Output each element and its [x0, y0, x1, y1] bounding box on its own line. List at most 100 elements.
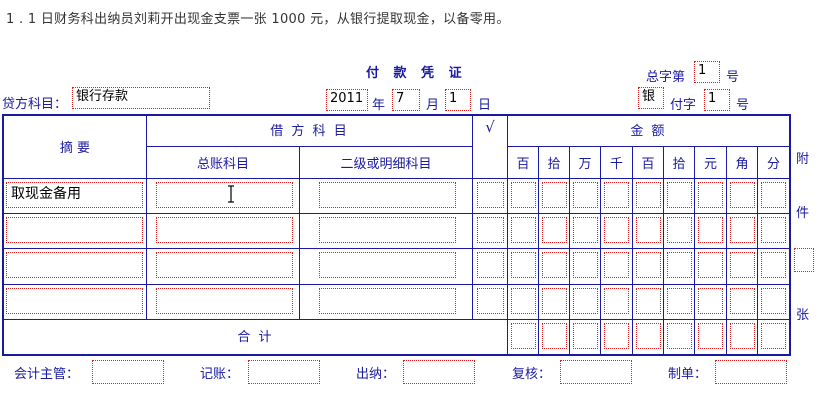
amount-digit-cell[interactable] [573, 217, 598, 243]
summary-header: 摘 要 [59, 141, 91, 156]
general-ledger-field-row-4[interactable] [156, 288, 293, 314]
text-cursor-icon [228, 185, 234, 203]
general-ledger-field-row-2[interactable] [156, 217, 293, 243]
task-instruction: 1 . 1 日财务科出纳员刘莉开出现金支票一张 1000 元，从银行提取现金，以… [6, 12, 510, 27]
credit-account-label: 贷方科目： [2, 97, 68, 112]
sub-account-field-row-2[interactable] [319, 217, 456, 243]
amount-digit-cell[interactable] [511, 182, 536, 208]
total-number-label: 总字第 [646, 70, 686, 85]
payment-number-suffix: 号 [736, 98, 750, 113]
general-ledger-field-row-1[interactable] [156, 182, 293, 208]
general-ledger-header: 总账科目 [196, 157, 249, 172]
digit-header-jiao: 角 [735, 157, 749, 172]
amount-digit-cell[interactable] [667, 252, 692, 278]
digit-header-hundred: 百 [641, 157, 655, 172]
check-field-row-2[interactable] [477, 217, 504, 243]
amount-header: 金 额 [630, 124, 667, 139]
cashier-field[interactable] [403, 360, 475, 384]
amount-digit-cell[interactable] [636, 217, 661, 243]
supervisor-field[interactable] [92, 360, 164, 384]
digit-header-ten: 拾 [672, 157, 686, 172]
amount-digit-cell[interactable] [604, 252, 629, 278]
amount-digit-cell[interactable] [667, 217, 692, 243]
total-digit-cell[interactable] [542, 323, 567, 349]
year-label: 年 [372, 98, 386, 113]
day-field[interactable]: 1 [445, 89, 471, 111]
amount-digit-cell[interactable] [511, 252, 536, 278]
amount-digit-cell[interactable] [542, 217, 567, 243]
review-label: 复核： [512, 367, 552, 382]
summary-field-row-4[interactable] [6, 288, 143, 314]
sub-account-field-row-3[interactable] [319, 252, 456, 278]
attachment-label-fu: 附 [796, 152, 810, 167]
amount-digit-cell[interactable] [636, 252, 661, 278]
summary-field-row-2[interactable] [6, 217, 143, 243]
total-digit-cell[interactable] [698, 323, 723, 349]
debit-account-header: 借 方 科 目 [270, 124, 349, 139]
amount-digit-cell[interactable] [730, 182, 755, 208]
amount-digit-cell[interactable] [761, 288, 786, 314]
amount-digit-cell[interactable] [604, 182, 629, 208]
total-digit-cell[interactable] [636, 323, 661, 349]
maker-label: 制单： [668, 367, 708, 382]
day-label: 日 [478, 98, 492, 113]
attachment-label-jian: 件 [796, 206, 810, 221]
general-ledger-field-row-3[interactable] [156, 252, 293, 278]
amount-digit-cell[interactable] [698, 217, 723, 243]
amount-digit-cell[interactable] [636, 182, 661, 208]
digit-header-thousand: 千 [609, 157, 623, 172]
amount-digit-cell[interactable] [542, 252, 567, 278]
year-field[interactable]: 2011 [326, 89, 368, 111]
amount-digit-cell[interactable] [573, 182, 598, 208]
amount-digit-cell[interactable] [730, 288, 755, 314]
amount-digit-cell[interactable] [730, 252, 755, 278]
review-field[interactable] [560, 360, 632, 384]
amount-digit-cell[interactable] [542, 182, 567, 208]
sub-account-field-row-1[interactable] [319, 182, 456, 208]
bookkeeping-field[interactable] [248, 360, 320, 384]
payment-number-field[interactable]: 1 [704, 89, 730, 111]
amount-digit-cell[interactable] [698, 288, 723, 314]
amount-digit-cell[interactable] [511, 288, 536, 314]
total-number-field[interactable]: 1 [694, 61, 720, 83]
check-field-row-4[interactable] [477, 288, 504, 314]
amount-digit-cell[interactable] [573, 252, 598, 278]
amount-digit-cell[interactable] [761, 252, 786, 278]
amount-digit-cell[interactable] [761, 182, 786, 208]
sub-account-header: 二级或明细科目 [340, 157, 432, 172]
voucher-title: 付 款 凭 证 [366, 66, 467, 81]
credit-account-field[interactable]: 银行存款 [72, 87, 210, 109]
month-field[interactable]: 7 [392, 89, 420, 111]
amount-digit-cell[interactable] [604, 288, 629, 314]
bookkeeping-label: 记账： [200, 367, 240, 382]
total-digit-cell[interactable] [511, 323, 536, 349]
total-digit-cell[interactable] [730, 323, 755, 349]
total-digit-cell[interactable] [761, 323, 786, 349]
attachment-count-field[interactable] [794, 248, 814, 272]
summary-field-row-1[interactable]: 取现金备用 [6, 182, 143, 208]
attachment-label-zhang: 张 [796, 308, 810, 323]
check-field-row-3[interactable] [477, 252, 504, 278]
amount-digit-cell[interactable] [604, 217, 629, 243]
digit-header-wan: 万 [578, 157, 592, 172]
total-digit-cell[interactable] [573, 323, 598, 349]
summary-field-row-3[interactable] [6, 252, 143, 278]
amount-digit-cell[interactable] [511, 217, 536, 243]
amount-digit-cell[interactable] [542, 288, 567, 314]
amount-digit-cell[interactable] [761, 217, 786, 243]
amount-digit-cell[interactable] [698, 252, 723, 278]
total-digit-cell[interactable] [667, 323, 692, 349]
voucher-type-field[interactable]: 银 [638, 87, 664, 109]
sub-account-field-row-4[interactable] [319, 288, 456, 314]
amount-digit-cell[interactable] [573, 288, 598, 314]
amount-digit-cell[interactable] [698, 182, 723, 208]
amount-digit-cell[interactable] [667, 182, 692, 208]
maker-field[interactable] [715, 360, 787, 384]
amount-digit-cell[interactable] [730, 217, 755, 243]
amount-digit-cell[interactable] [667, 288, 692, 314]
total-digit-cell[interactable] [604, 323, 629, 349]
check-header: √ [485, 118, 495, 136]
check-field-row-1[interactable] [477, 182, 504, 208]
amount-digit-cell[interactable] [636, 288, 661, 314]
supervisor-label: 会计主管： [14, 367, 80, 382]
